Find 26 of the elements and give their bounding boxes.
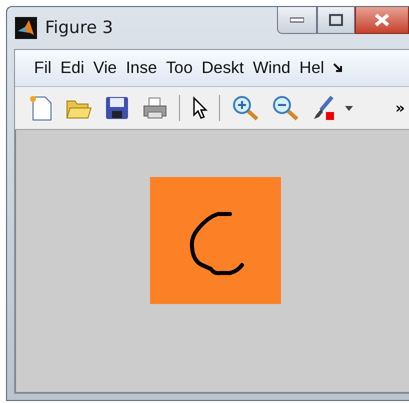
zoom-in-icon[interactable] — [232, 95, 259, 121]
menu-item[interactable]: Edi — [55, 58, 88, 78]
new-file-icon[interactable] — [29, 95, 53, 121]
brush-icon[interactable] — [312, 95, 336, 121]
menu-item[interactable]: Vie — [88, 58, 121, 78]
menu-item[interactable]: Hel — [294, 58, 328, 78]
maximize-icon — [329, 14, 343, 26]
close-button[interactable] — [355, 7, 409, 34]
menu-item[interactable]: Fil — [29, 58, 56, 78]
close-icon — [374, 13, 390, 27]
pointer-icon[interactable] — [192, 96, 208, 120]
maximize-button[interactable] — [317, 7, 355, 34]
caret-icon[interactable] — [345, 106, 353, 110]
window-title: Figure 3 — [45, 18, 114, 38]
save-icon[interactable] — [105, 96, 129, 120]
menu-item[interactable]: Too — [161, 58, 197, 78]
printer-icon[interactable] — [142, 96, 168, 120]
zoom-out-icon[interactable] — [272, 95, 299, 121]
overflow-button[interactable]: » — [395, 99, 405, 117]
minimize-button[interactable] — [277, 7, 317, 34]
arrow-icon[interactable] — [332, 62, 344, 74]
menu-item[interactable]: Inse — [120, 58, 162, 78]
minimize-icon — [290, 17, 304, 23]
menu-item[interactable]: Wind — [248, 58, 294, 78]
menu-item[interactable]: Deskt — [196, 58, 248, 78]
app-logo-icon — [15, 17, 37, 39]
